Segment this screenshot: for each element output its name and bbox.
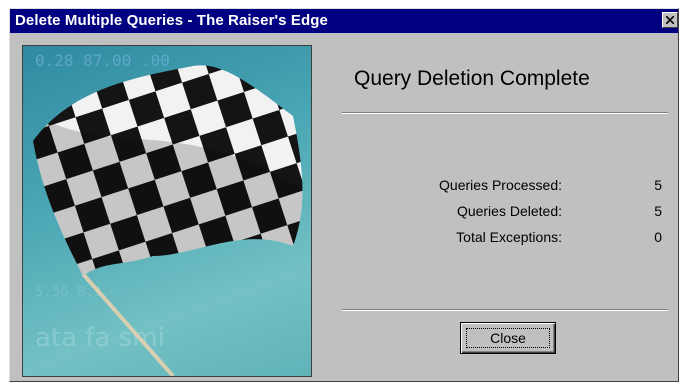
divider-bottom	[342, 309, 668, 311]
dialog-window: Delete Multiple Queries - The Raiser's E…	[9, 8, 679, 382]
stat-label: Queries Deleted:	[456, 203, 562, 219]
close-icon	[666, 16, 674, 24]
window-title: Delete Multiple Queries - The Raiser's E…	[15, 12, 328, 29]
close-button[interactable]: Close	[460, 322, 556, 354]
stat-value: 0	[654, 229, 662, 245]
completion-heading: Query Deletion Complete	[354, 67, 590, 90]
stat-row-processed: Queries Processed: 5	[342, 177, 662, 197]
stat-value: 5	[654, 177, 662, 193]
title-bar[interactable]: Delete Multiple Queries - The Raiser's E…	[10, 9, 678, 33]
svg-text:0.28 87.00 .00: 0.28 87.00 .00	[35, 51, 170, 70]
checkered-flag-image: 0.28 87.00 .00 5.56 0.1 ata fa smi	[22, 45, 312, 377]
svg-text:ata fa smi: ata fa smi	[35, 323, 165, 353]
stat-row-exceptions: Total Exceptions: 0	[342, 229, 662, 249]
close-button-label: Close	[490, 330, 526, 346]
divider-top	[342, 112, 668, 114]
stat-label: Total Exceptions:	[456, 229, 562, 245]
window-close-button[interactable]	[662, 12, 678, 28]
stat-value: 5	[654, 203, 662, 219]
stat-row-deleted: Queries Deleted: 5	[342, 203, 662, 223]
stat-label: Queries Processed:	[439, 177, 562, 193]
